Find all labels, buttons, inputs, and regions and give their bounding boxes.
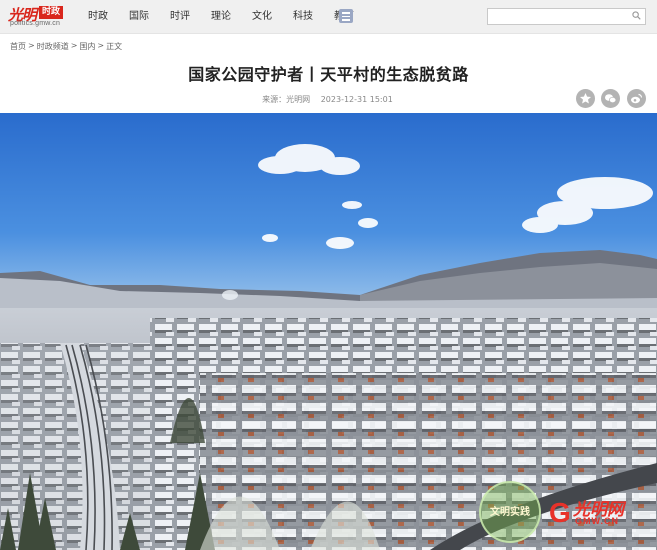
- nav-item-commentary[interactable]: 时评: [170, 9, 190, 24]
- wechat-icon: [605, 94, 617, 104]
- breadcrumb-domestic[interactable]: 国内: [79, 41, 95, 52]
- search-icon[interactable]: [632, 11, 641, 20]
- watermark-gmw-logo: G 光明网 GMW.CN: [549, 497, 624, 528]
- nav-item-technology[interactable]: 科技: [293, 9, 313, 24]
- article-photo-snowy-village: 文明实践 G 光明网 GMW.CN: [0, 113, 657, 550]
- source-label: 来源：: [262, 95, 287, 104]
- logo-url: politics.gmw.cn: [10, 20, 61, 27]
- breadcrumb: 首页 > 时政频道 > 国内 > 正文: [10, 41, 123, 52]
- watermark-seal-text: 文明实践: [490, 507, 530, 518]
- breadcrumb-politics[interactable]: 时政频道: [37, 41, 69, 52]
- favorite-icon: [580, 93, 591, 104]
- menu-icon[interactable]: [339, 9, 353, 23]
- article-meta: 来源：光明网 2023-12-31 15:01: [0, 94, 657, 105]
- gmw-politics-logo[interactable]: 光明 时政 politics.gmw.cn: [8, 4, 68, 30]
- publish-date: 2023-12-31 15:01: [320, 95, 393, 104]
- top-navigation-bar: 光明 时政 politics.gmw.cn 时政 国际 时评 理论 文化 科技 …: [0, 0, 657, 34]
- snowy-village-aerial-image: [0, 113, 657, 550]
- nav-item-politics[interactable]: 时政: [88, 9, 108, 24]
- logo-tag: 时政: [39, 6, 64, 19]
- search-input[interactable]: [488, 14, 636, 30]
- source-name[interactable]: 光明网: [286, 95, 310, 104]
- breadcrumb-current: 正文: [106, 42, 123, 51]
- watermark-url: GMW.CN: [575, 516, 619, 526]
- main-nav: 时政 国际 时评 理论 文化 科技 教育: [88, 9, 375, 24]
- nav-item-international[interactable]: 国际: [129, 9, 149, 24]
- breadcrumb-home[interactable]: 首页: [10, 41, 26, 52]
- weibo-icon: [631, 93, 643, 104]
- nav-item-theory[interactable]: 理论: [211, 9, 231, 24]
- wechat-share-button[interactable]: [601, 89, 620, 108]
- watermark-seal: 文明实践: [479, 481, 541, 543]
- weibo-share-button[interactable]: [627, 89, 646, 108]
- nav-item-culture[interactable]: 文化: [252, 9, 272, 24]
- search-box: [487, 8, 646, 30]
- favorite-button[interactable]: [576, 89, 595, 108]
- article-title: 国家公园守护者丨天平村的生态脱贫路: [188, 65, 469, 84]
